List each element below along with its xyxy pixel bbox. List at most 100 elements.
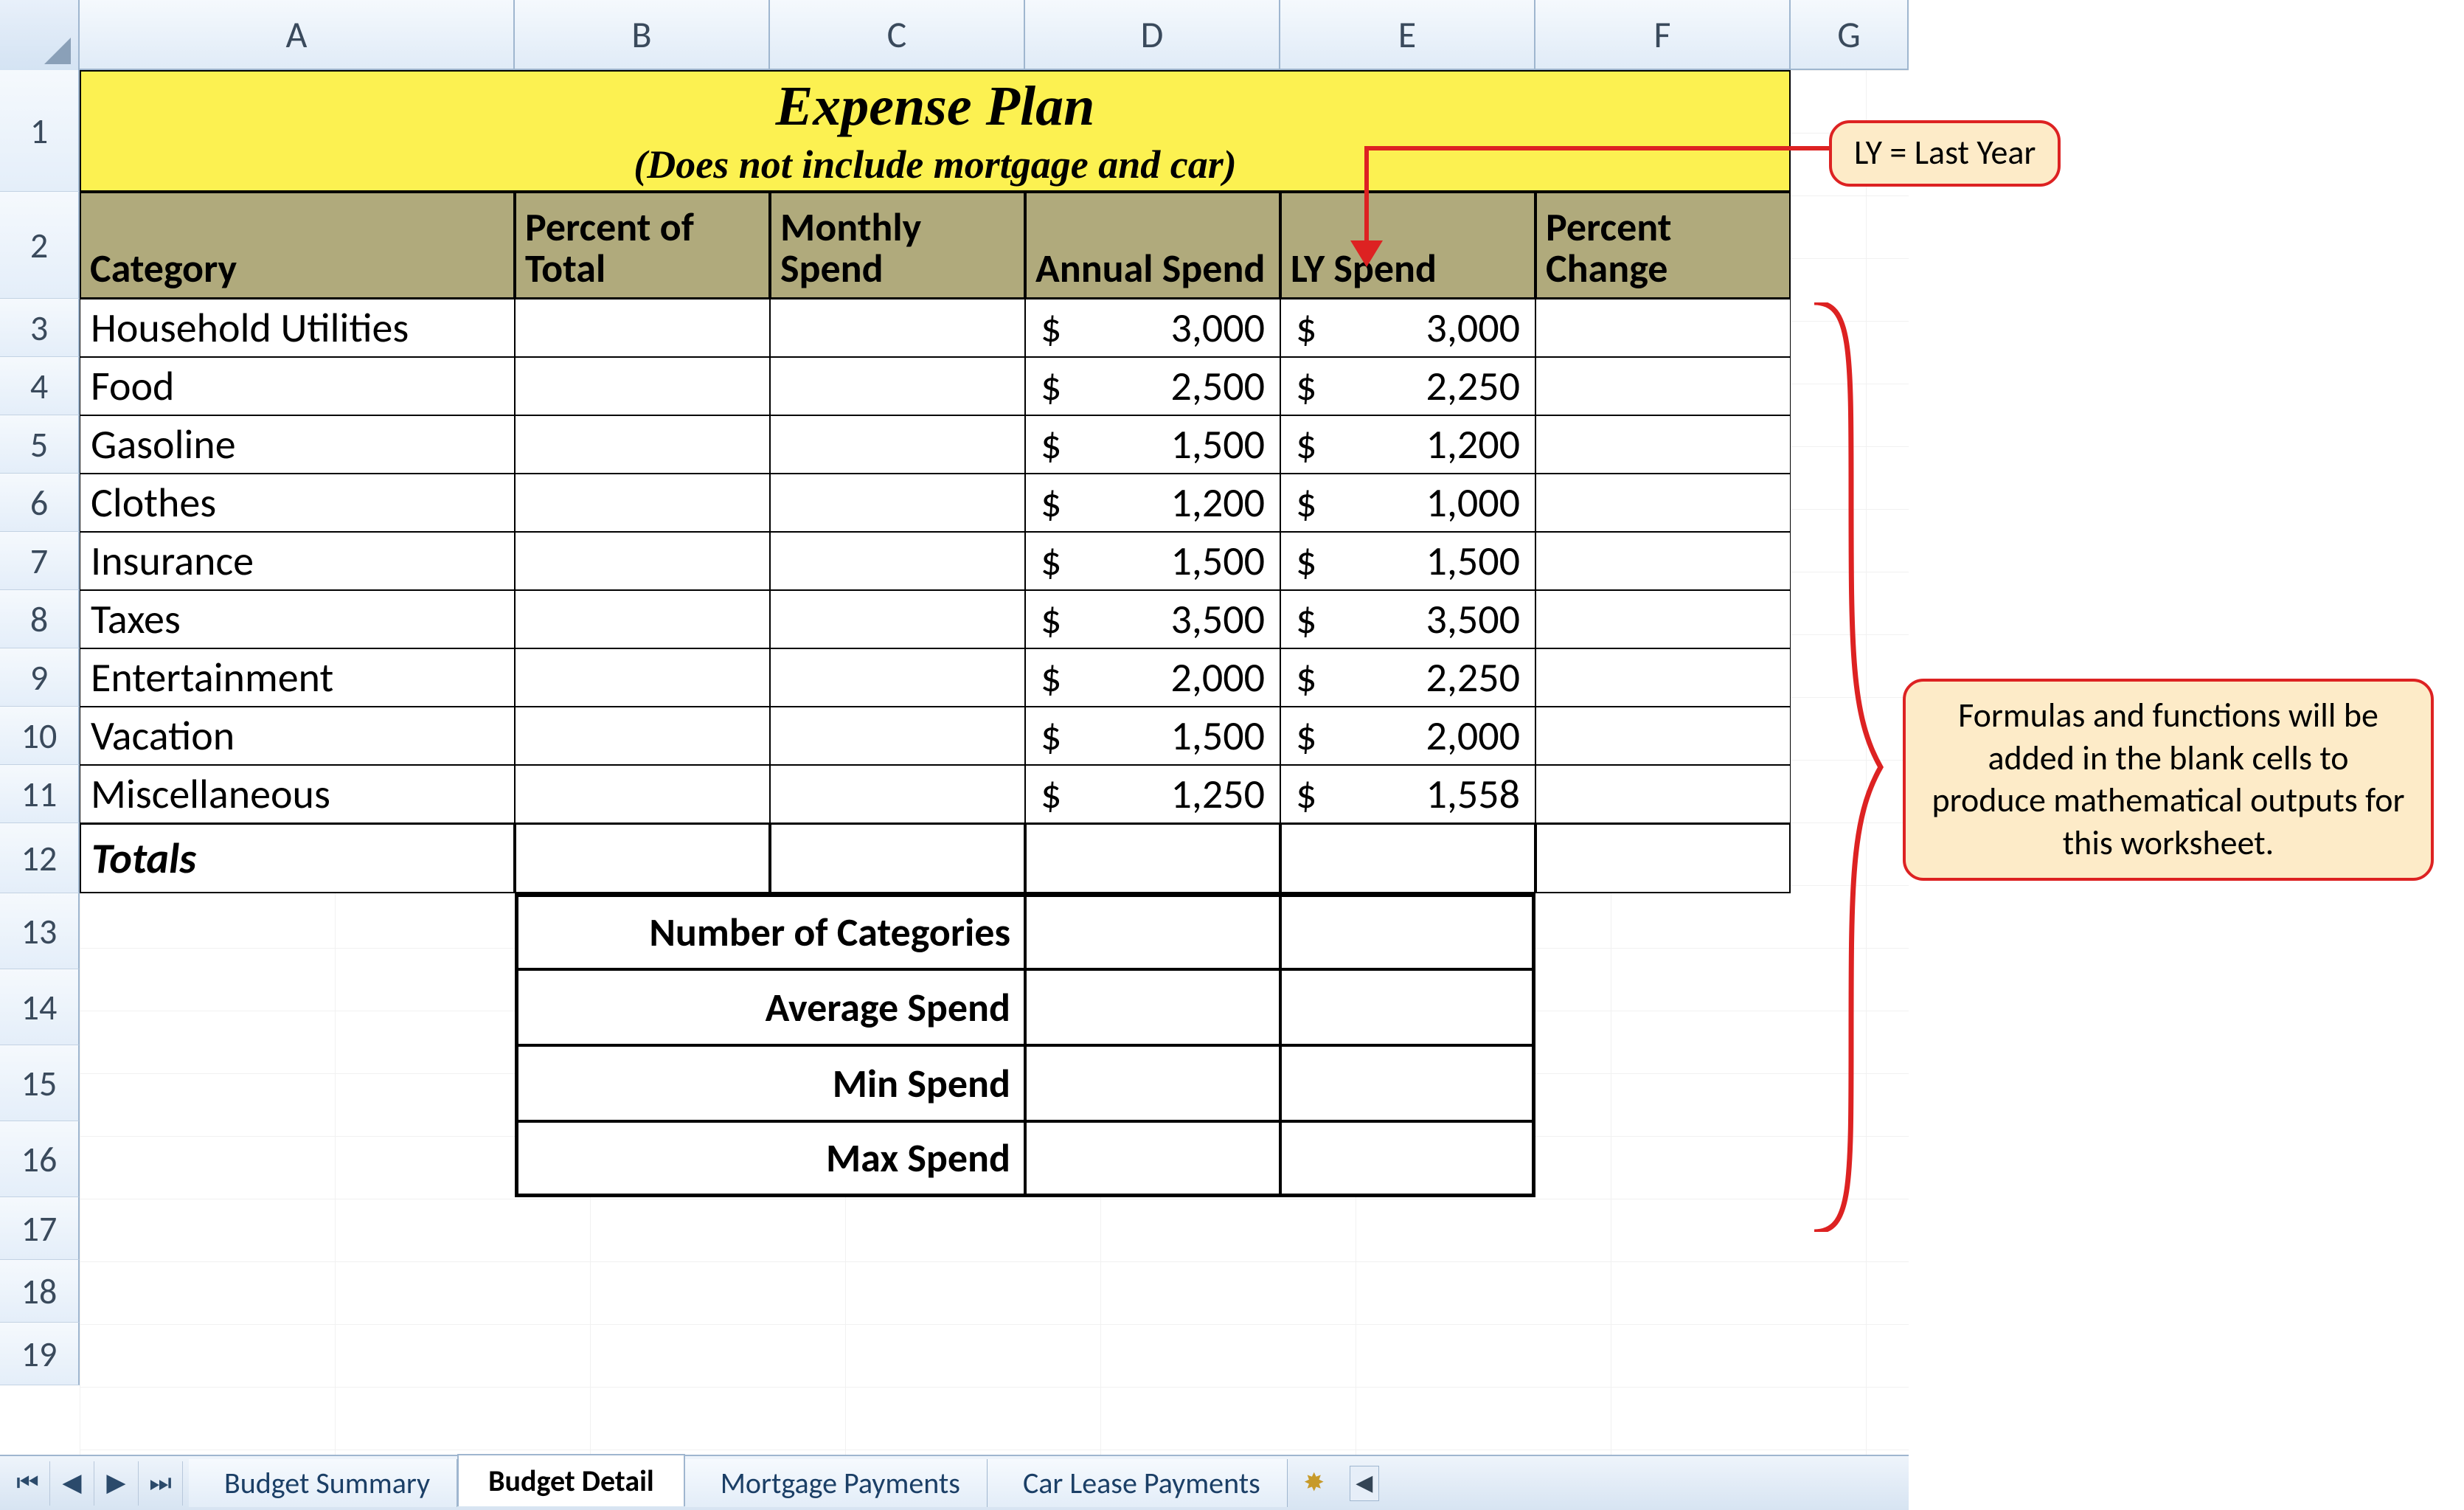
tab-budget-detail[interactable]: Budget Detail [457, 1454, 685, 1506]
cell-annual-spend[interactable]: $1,200 [1025, 474, 1280, 532]
row-header-10[interactable]: 10 [0, 707, 80, 765]
tab-car-lease-payments[interactable]: Car Lease Payments [988, 1459, 1288, 1507]
col-header-G[interactable]: G [1791, 0, 1909, 70]
row-header-13[interactable]: 13 [0, 893, 80, 969]
cell-A16[interactable] [80, 1121, 515, 1197]
cell-annual-spend[interactable]: $3,000 [1025, 299, 1280, 357]
row-header-2[interactable]: 2 [0, 192, 80, 299]
cell-percent-change[interactable] [1535, 648, 1791, 707]
summary-label-num-categories[interactable]: Number of Categories [515, 893, 1025, 969]
cell-percent-of-total[interactable] [515, 765, 770, 823]
col-header-E[interactable]: E [1280, 0, 1535, 70]
cell-percent-of-total[interactable] [515, 357, 770, 415]
summary-value-D13[interactable] [1025, 893, 1280, 969]
summary-label-average-spend[interactable]: Average Spend [515, 969, 1025, 1045]
summary-label-min-spend[interactable]: Min Spend [515, 1045, 1025, 1121]
cell-percent-change[interactable] [1535, 415, 1791, 474]
tab-nav-next-icon[interactable]: ▶ [94, 1461, 139, 1506]
totals-F[interactable] [1535, 823, 1791, 893]
row-header-5[interactable]: 5 [0, 415, 80, 474]
tab-nav-last-icon[interactable]: ⏭ [139, 1461, 183, 1506]
cell-ly-spend[interactable]: $1,200 [1280, 415, 1535, 474]
row-header-8[interactable]: 8 [0, 590, 80, 648]
row-header-16[interactable]: 16 [0, 1121, 80, 1197]
cell-percent-of-total[interactable] [515, 299, 770, 357]
select-all-triangle[interactable] [0, 0, 80, 70]
summary-value-E15[interactable] [1280, 1045, 1535, 1121]
row-header-6[interactable]: 6 [0, 474, 80, 532]
row-header-9[interactable]: 9 [0, 648, 80, 707]
cell-monthly-spend[interactable] [770, 357, 1025, 415]
col-header-F[interactable]: F [1535, 0, 1791, 70]
cell-percent-of-total[interactable] [515, 474, 770, 532]
cell-monthly-spend[interactable] [770, 415, 1025, 474]
totals-E[interactable] [1280, 823, 1535, 893]
tab-nav-first-icon[interactable]: ⏮ [6, 1461, 50, 1506]
cell-percent-change[interactable] [1535, 765, 1791, 823]
cell-percent-of-total[interactable] [515, 590, 770, 648]
summary-value-D15[interactable] [1025, 1045, 1280, 1121]
col-header-B[interactable]: B [515, 0, 770, 70]
cell-category[interactable]: Insurance [80, 532, 515, 590]
row-header-14[interactable]: 14 [0, 969, 80, 1045]
row-header-3[interactable]: 3 [0, 299, 80, 357]
title-cell[interactable]: Expense Plan (Does not include mortgage … [80, 70, 1791, 192]
cell-ly-spend[interactable]: $3,500 [1280, 590, 1535, 648]
cell-annual-spend[interactable]: $2,500 [1025, 357, 1280, 415]
col-header-D[interactable]: D [1025, 0, 1280, 70]
tab-budget-summary[interactable]: Budget Summary [189, 1459, 457, 1507]
totals-C[interactable] [770, 823, 1025, 893]
cell-category[interactable]: Clothes [80, 474, 515, 532]
cell-monthly-spend[interactable] [770, 590, 1025, 648]
summary-value-E13[interactable] [1280, 893, 1535, 969]
cell-annual-spend[interactable]: $3,500 [1025, 590, 1280, 648]
cell-A13[interactable] [80, 893, 515, 969]
cell-annual-spend[interactable]: $1,500 [1025, 415, 1280, 474]
totals-label[interactable]: Totals [80, 823, 515, 893]
new-sheet-icon[interactable]: ✸ [1294, 1466, 1335, 1501]
cell-percent-of-total[interactable] [515, 648, 770, 707]
summary-value-E14[interactable] [1280, 969, 1535, 1045]
summary-value-D14[interactable] [1025, 969, 1280, 1045]
cell-ly-spend[interactable]: $1,558 [1280, 765, 1535, 823]
cell-monthly-spend[interactable] [770, 707, 1025, 765]
cell-annual-spend[interactable]: $1,500 [1025, 532, 1280, 590]
cell-percent-change[interactable] [1535, 474, 1791, 532]
cell-annual-spend[interactable]: $1,250 [1025, 765, 1280, 823]
cell-percent-of-total[interactable] [515, 415, 770, 474]
cell-percent-change[interactable] [1535, 590, 1791, 648]
totals-B[interactable] [515, 823, 770, 893]
hscroll-left-icon[interactable]: ◀ [1350, 1466, 1379, 1501]
cell-percent-change[interactable] [1535, 707, 1791, 765]
cell-category[interactable]: Vacation [80, 707, 515, 765]
cell-monthly-spend[interactable] [770, 765, 1025, 823]
cell-category[interactable]: Taxes [80, 590, 515, 648]
cell-category[interactable]: Food [80, 357, 515, 415]
cell-monthly-spend[interactable] [770, 474, 1025, 532]
tab-mortgage-payments[interactable]: Mortgage Payments [685, 1459, 988, 1507]
cell-ly-spend[interactable]: $3,000 [1280, 299, 1535, 357]
row-header-7[interactable]: 7 [0, 532, 80, 590]
cell-ly-spend[interactable]: $1,500 [1280, 532, 1535, 590]
cell-percent-change[interactable] [1535, 299, 1791, 357]
col-header-A[interactable]: A [80, 0, 515, 70]
cell-category[interactable]: Miscellaneous [80, 765, 515, 823]
row-header-19[interactable]: 19 [0, 1323, 80, 1385]
cell-annual-spend[interactable]: $1,500 [1025, 707, 1280, 765]
header-category[interactable]: Category [80, 192, 515, 299]
col-header-C[interactable]: C [770, 0, 1025, 70]
cell-monthly-spend[interactable] [770, 299, 1025, 357]
cell-category[interactable]: Entertainment [80, 648, 515, 707]
cell-ly-spend[interactable]: $1,000 [1280, 474, 1535, 532]
cell-percent-change[interactable] [1535, 357, 1791, 415]
cell-percent-of-total[interactable] [515, 707, 770, 765]
cell-category[interactable]: Gasoline [80, 415, 515, 474]
cell-monthly-spend[interactable] [770, 532, 1025, 590]
row-header-17[interactable]: 17 [0, 1197, 80, 1260]
row-header-4[interactable]: 4 [0, 357, 80, 415]
cell-A14[interactable] [80, 969, 515, 1045]
header-ly-spend[interactable]: LY Spend [1280, 192, 1535, 299]
summary-label-max-spend[interactable]: Max Spend [515, 1121, 1025, 1197]
cell-ly-spend[interactable]: $2,000 [1280, 707, 1535, 765]
header-annual-spend[interactable]: Annual Spend [1025, 192, 1280, 299]
